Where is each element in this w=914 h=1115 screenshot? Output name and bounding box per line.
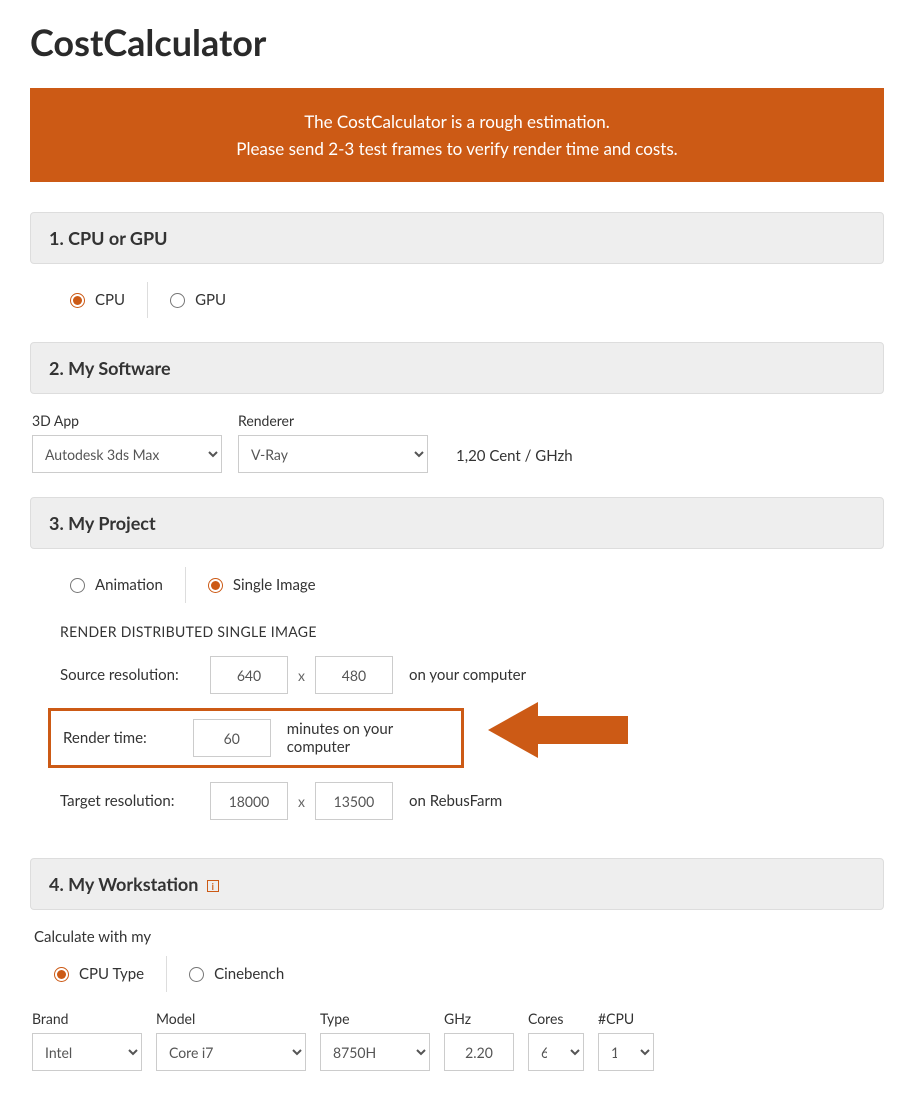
render-time-label: Render time: <box>63 729 183 747</box>
page-title: CostCalculator <box>30 20 884 64</box>
x-separator: x <box>298 793 305 810</box>
3d-app-label: 3D App <box>32 412 222 429</box>
model-label: Model <box>156 1010 306 1027</box>
cores-select[interactable]: 6 <box>528 1033 584 1071</box>
banner-line-1: The CostCalculator is a rough estimation… <box>50 108 864 135</box>
gpu-radio-option[interactable]: GPU <box>148 285 248 315</box>
target-resolution-row: Target resolution: x on RebusFarm <box>48 782 866 820</box>
brand-select[interactable]: Intel <box>32 1033 142 1071</box>
info-banner: The CostCalculator is a rough estimation… <box>30 88 884 182</box>
target-resolution-label: Target resolution: <box>60 792 200 810</box>
render-time-highlight: Render time: minutes on your computer <box>48 708 464 768</box>
render-time-suffix: minutes on your computer <box>287 720 449 756</box>
type-select[interactable]: 8750H <box>320 1033 430 1071</box>
cpu-radio-label: CPU <box>95 291 125 309</box>
single-image-radio-option[interactable]: Single Image <box>186 570 338 600</box>
target-height-input[interactable] <box>315 782 393 820</box>
arrow-body <box>538 716 628 744</box>
source-suffix: on your computer <box>409 666 526 684</box>
ncpu-select[interactable]: 1 <box>598 1033 654 1071</box>
gpu-radio-label: GPU <box>195 291 226 309</box>
source-resolution-label: Source resolution: <box>60 666 200 684</box>
single-image-radio-label: Single Image <box>233 576 316 594</box>
cpu-type-radio-label: CPU Type <box>79 965 144 983</box>
cinebench-radio-option[interactable]: Cinebench <box>167 959 306 989</box>
ghz-input[interactable] <box>444 1033 514 1071</box>
info-icon[interactable]: i <box>207 880 219 892</box>
cpu-type-radio[interactable] <box>54 967 69 982</box>
section-4-header: 4. My Workstation i <box>30 858 884 910</box>
3d-app-select[interactable]: Autodesk 3ds Max <box>32 435 222 473</box>
ghz-label: GHz <box>444 1010 514 1027</box>
section-1-header: 1. CPU or GPU <box>30 212 884 264</box>
price-text: 1,20 Cent / GHzh <box>444 447 573 473</box>
animation-radio-option[interactable]: Animation <box>48 570 185 600</box>
arrow-left-icon <box>488 702 538 758</box>
renderer-label: Renderer <box>238 412 428 429</box>
type-label: Type <box>320 1010 430 1027</box>
highlight-arrow <box>488 702 628 758</box>
target-width-input[interactable] <box>210 782 288 820</box>
renderer-select[interactable]: V-Ray <box>238 435 428 473</box>
animation-radio-label: Animation <box>95 576 163 594</box>
source-width-input[interactable] <box>210 656 288 694</box>
source-resolution-row: Source resolution: x on your computer <box>48 656 866 694</box>
ncpu-label: #CPU <box>598 1010 654 1027</box>
render-time-input[interactable] <box>193 719 271 757</box>
calculate-with-label: Calculate with my <box>32 928 866 946</box>
cpu-radio[interactable] <box>70 293 85 308</box>
source-height-input[interactable] <box>315 656 393 694</box>
single-image-radio[interactable] <box>208 578 223 593</box>
render-distributed-subhead: RENDER DISTRIBUTED SINGLE IMAGE <box>60 623 866 640</box>
cores-label: Cores <box>528 1010 584 1027</box>
cpu-type-radio-option[interactable]: CPU Type <box>32 959 166 989</box>
cinebench-radio-label: Cinebench <box>214 965 284 983</box>
brand-label: Brand <box>32 1010 142 1027</box>
model-select[interactable]: Core i7 <box>156 1033 306 1071</box>
animation-radio[interactable] <box>70 578 85 593</box>
cinebench-radio[interactable] <box>189 967 204 982</box>
banner-line-2: Please send 2-3 test frames to verify re… <box>50 135 864 162</box>
cpu-radio-option[interactable]: CPU <box>48 285 147 315</box>
x-separator: x <box>298 667 305 684</box>
section-2-header: 2. My Software <box>30 342 884 394</box>
target-suffix: on RebusFarm <box>409 792 502 810</box>
section-3-header: 3. My Project <box>30 497 884 549</box>
gpu-radio[interactable] <box>170 293 185 308</box>
